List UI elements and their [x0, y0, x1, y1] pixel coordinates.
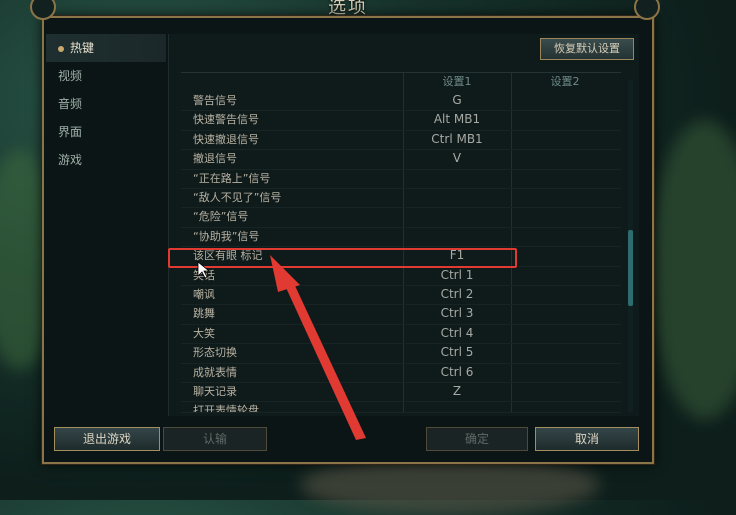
table-row[interactable]: 跳舞 Ctrl 3 [181, 304, 621, 325]
hotkey-label: 嘲讽 [193, 288, 215, 301]
hotkey-binding-2[interactable] [511, 169, 619, 188]
exit-game-button[interactable]: 退出游戏 [54, 427, 160, 451]
hotkey-label: 聊天记录 [193, 385, 237, 398]
table-row[interactable]: 撤退信号 V [181, 149, 621, 170]
hotkey-binding-2[interactable] [511, 130, 619, 149]
hotkey-label: 打开表情轮盘 [193, 404, 259, 414]
hotkey-binding-1[interactable] [403, 401, 511, 412]
hotkey-label: 大笑 [193, 326, 215, 340]
hotkey-label: 形态切换 [193, 346, 237, 360]
table-row[interactable]: 形态切换 Ctrl 5 [181, 343, 621, 364]
hotkey-binding-2[interactable] [511, 110, 619, 129]
hotkey-label: “协助我”信号 [193, 229, 260, 243]
hotkey-binding-1[interactable]: Ctrl MB1 [403, 130, 511, 149]
hotkey-label: 快速警告信号 [193, 113, 259, 127]
hotkey-binding-1[interactable]: Ctrl 4 [403, 324, 511, 343]
sidebar-item-hotkeys[interactable]: 热键 [46, 34, 166, 62]
background-stone-bottom [300, 455, 600, 515]
hotkey-binding-2[interactable] [511, 324, 619, 343]
hotkey-binding-2[interactable] [511, 285, 619, 304]
table-row[interactable]: 大笑 Ctrl 4 [181, 324, 621, 345]
hotkey-binding-1[interactable]: Ctrl 1 [403, 266, 511, 285]
hotkey-binding-1[interactable]: V [403, 149, 511, 168]
sidebar-item-label: 视频 [58, 69, 83, 83]
table-row[interactable]: “正在路上”信号 [181, 169, 621, 189]
hotkeys-table: 设置1 设置2 警告信号 G 快速警告信号 Alt MB1 快速撤退信号 Ctr… [181, 72, 621, 414]
hotkey-binding-1[interactable]: Ctrl 5 [403, 343, 511, 362]
column-header-setting1: 设置1 [442, 75, 472, 88]
table-row[interactable]: 警告信号 G [181, 91, 621, 112]
hotkey-label: 跳舞 [193, 307, 215, 321]
hotkey-label: “敌人不见了”信号 [193, 191, 282, 204]
hotkey-label: 快速撤退信号 [193, 132, 259, 146]
hotkey-binding-2[interactable] [511, 149, 619, 168]
scrollbar-thumb[interactable] [628, 230, 633, 306]
table-row[interactable]: 聊天记录 Z [181, 382, 621, 403]
hotkeys-panel: 恢复默认设置 设置1 设置2 警告信号 G 快速警告信号 Alt MB1 快速撤… [168, 34, 639, 416]
hotkey-label: “正在路上”信号 [193, 171, 271, 185]
sidebar-item-game[interactable]: 游戏 [46, 146, 166, 174]
sidebar-item-video[interactable]: 视频 [46, 62, 166, 90]
table-row[interactable]: “协助我”信号 [181, 227, 621, 248]
hotkey-label: 撤退信号 [193, 152, 237, 166]
hotkey-binding-2[interactable] [511, 304, 619, 323]
sidebar-item-interface[interactable]: 界面 [46, 118, 166, 146]
table-row[interactable]: 成就表情 Ctrl 6 [181, 363, 621, 383]
hotkey-binding-2[interactable] [511, 227, 619, 246]
hotkey-label: “危险”信号 [193, 210, 249, 224]
hotkey-binding-2[interactable] [511, 266, 619, 285]
hotkey-binding-2[interactable] [511, 363, 619, 382]
hotkey-binding-1[interactable]: Z [403, 382, 511, 401]
hotkey-binding-1[interactable] [403, 169, 511, 188]
hotkey-binding-2[interactable] [511, 401, 619, 412]
hotkey-binding-1[interactable]: Ctrl 3 [403, 304, 511, 323]
hotkey-binding-2[interactable] [511, 343, 619, 362]
background-foliage-right [650, 120, 736, 420]
confirm-button[interactable]: 确定 [426, 427, 528, 451]
table-row[interactable]: “敌人不见了”信号 [181, 188, 621, 209]
table-row-highlighted[interactable]: 该区有眼 标记 F1 [181, 246, 621, 267]
options-sidebar: 热键 视频 音频 界面 游戏 [46, 34, 166, 414]
table-scrollbar[interactable] [628, 80, 633, 412]
hotkey-binding-1[interactable]: Ctrl 2 [403, 285, 511, 304]
hotkey-label: 成就表情 [193, 365, 237, 379]
restore-defaults-button[interactable]: 恢复默认设置 [540, 38, 634, 60]
hotkey-binding-1[interactable] [403, 188, 511, 207]
sidebar-item-label: 热键 [70, 41, 95, 55]
cancel-button[interactable]: 取消 [535, 427, 639, 451]
active-indicator-icon [58, 45, 64, 52]
sidebar-item-label: 界面 [58, 125, 83, 139]
hotkey-label: 该区有眼 标记 [193, 249, 263, 263]
hotkey-binding-1[interactable] [403, 227, 511, 246]
corner-ornament-right [634, 0, 660, 20]
hotkey-binding-1[interactable] [403, 207, 511, 226]
hotkey-binding-2[interactable] [511, 246, 619, 265]
sidebar-item-label: 音频 [58, 97, 83, 111]
hotkey-binding-1[interactable]: F1 [403, 246, 511, 265]
hotkey-label: 笑话 [193, 268, 215, 282]
column-header-setting2: 设置2 [550, 75, 580, 88]
hotkey-binding-2[interactable] [511, 207, 619, 226]
sidebar-item-audio[interactable]: 音频 [46, 90, 166, 118]
hotkey-binding-1[interactable]: Alt MB1 [403, 110, 511, 129]
table-row[interactable]: 打开表情轮盘 [181, 401, 621, 414]
table-row[interactable]: 快速撤退信号 Ctrl MB1 [181, 130, 621, 151]
sidebar-item-label: 游戏 [58, 153, 83, 167]
table-row[interactable]: 快速警告信号 Alt MB1 [181, 110, 621, 131]
hotkey-label: 警告信号 [193, 94, 237, 107]
table-row[interactable]: “危险”信号 [181, 207, 621, 228]
table-row[interactable]: 笑话 Ctrl 1 [181, 266, 621, 286]
hotkey-binding-1[interactable]: G [403, 91, 511, 110]
hotkey-binding-2[interactable] [511, 382, 619, 401]
surrender-button[interactable]: 认输 [163, 427, 267, 451]
hotkey-binding-1[interactable]: Ctrl 6 [403, 363, 511, 382]
table-row[interactable]: 嘲讽 Ctrl 2 [181, 285, 621, 306]
hotkey-binding-2[interactable] [511, 188, 619, 207]
hotkey-binding-2[interactable] [511, 91, 619, 110]
